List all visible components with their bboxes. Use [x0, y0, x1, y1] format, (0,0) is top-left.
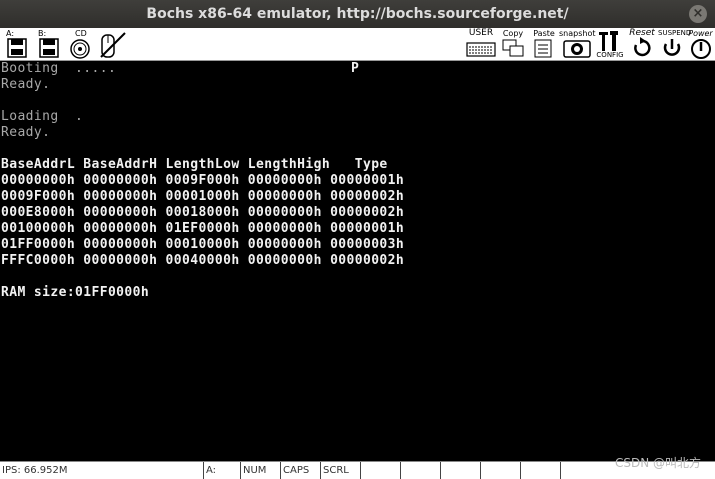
- num-lock-indicator: NUM: [240, 462, 280, 479]
- scroll-lock-indicator: SCRL: [320, 462, 360, 479]
- screen-char-p: P: [351, 61, 359, 76]
- memory-table-row: 00100000h 00000000h 01EF0000h 00000000h …: [1, 221, 405, 236]
- memory-table-header: BaseAddrL BaseAddrH LengthLow LengthHigh…: [1, 157, 388, 172]
- memory-table-row: 01FF0000h 00000000h 00010000h 00000000h …: [1, 237, 405, 252]
- ips-indicator: IPS: 66.952M: [2, 465, 68, 476]
- caps-lock-indicator: CAPS: [280, 462, 320, 479]
- status-cell: [560, 462, 600, 479]
- power-button[interactable]: Power: [687, 29, 714, 60]
- cdrom-button[interactable]: CD: [67, 29, 93, 60]
- toolbar: A: B: CD USER Copy Paste snapshot CONFIG…: [0, 28, 715, 61]
- memory-table-row: 0009F000h 00000000h 00001000h 00000000h …: [1, 189, 405, 204]
- memory-table-row: 000E8000h 00000000h 00018000h 00000000h …: [1, 205, 405, 220]
- snapshot-label: snapshot: [559, 29, 596, 38]
- config-label: CONFIG: [596, 51, 624, 59]
- window-title: Bochs x86-64 emulator, http://bochs.sour…: [146, 6, 569, 22]
- status-cell: [480, 462, 520, 479]
- console-line: Ready.: [1, 125, 51, 140]
- copy-button[interactable]: Copy: [500, 29, 526, 60]
- close-icon: ×: [692, 6, 704, 21]
- reset-label: Reset: [629, 28, 655, 38]
- console-line: Ready.: [1, 77, 51, 92]
- floppy-b-label: B:: [38, 29, 47, 38]
- mouse-capture-button[interactable]: [98, 29, 128, 60]
- suspend-label: SUSPEND: [658, 29, 692, 37]
- status-cell: [400, 462, 440, 479]
- paste-label: Paste: [533, 29, 555, 38]
- config-button[interactable]: CONFIG: [595, 29, 625, 60]
- console-line: Loading .: [1, 109, 84, 124]
- floppy-a-label: A:: [6, 29, 15, 38]
- snapshot-button[interactable]: snapshot: [559, 29, 596, 60]
- floppy-a-button[interactable]: A:: [4, 29, 30, 60]
- suspend-button[interactable]: SUSPEND: [658, 29, 692, 60]
- user-label: USER: [468, 28, 494, 38]
- window-close-button[interactable]: ×: [689, 5, 707, 23]
- memory-table-row: FFFC0000h 00000000h 00040000h 00000000h …: [1, 253, 405, 268]
- drive-indicator: A:: [203, 462, 240, 479]
- copy-label: Copy: [502, 29, 524, 38]
- paste-button[interactable]: Paste: [530, 29, 558, 60]
- ram-size-line: RAM size:01FF0000h: [1, 285, 150, 300]
- status-cell: [520, 462, 560, 479]
- floppy-b-button[interactable]: B:: [36, 29, 62, 60]
- user-button[interactable]: USER: [465, 29, 497, 60]
- statusbar: IPS: 66.952M A: NUM CAPS SCRL: [0, 461, 715, 479]
- status-cell: [360, 462, 400, 479]
- reset-button[interactable]: Reset: [626, 29, 658, 60]
- emulator-screen[interactable]: Booting ..... Ready. Loading . Ready. Ba…: [0, 61, 715, 461]
- csdn-watermark: CSDN @叫北方: [614, 456, 701, 470]
- power-label: Power: [688, 29, 713, 38]
- memory-table-row: 00000000h 00000000h 0009F000h 00000000h …: [1, 173, 405, 188]
- console-line: Booting .....: [1, 61, 117, 76]
- mouse-icon: [100, 32, 126, 58]
- status-cell: [440, 462, 480, 479]
- window-titlebar[interactable]: Bochs x86-64 emulator, http://bochs.sour…: [0, 0, 715, 28]
